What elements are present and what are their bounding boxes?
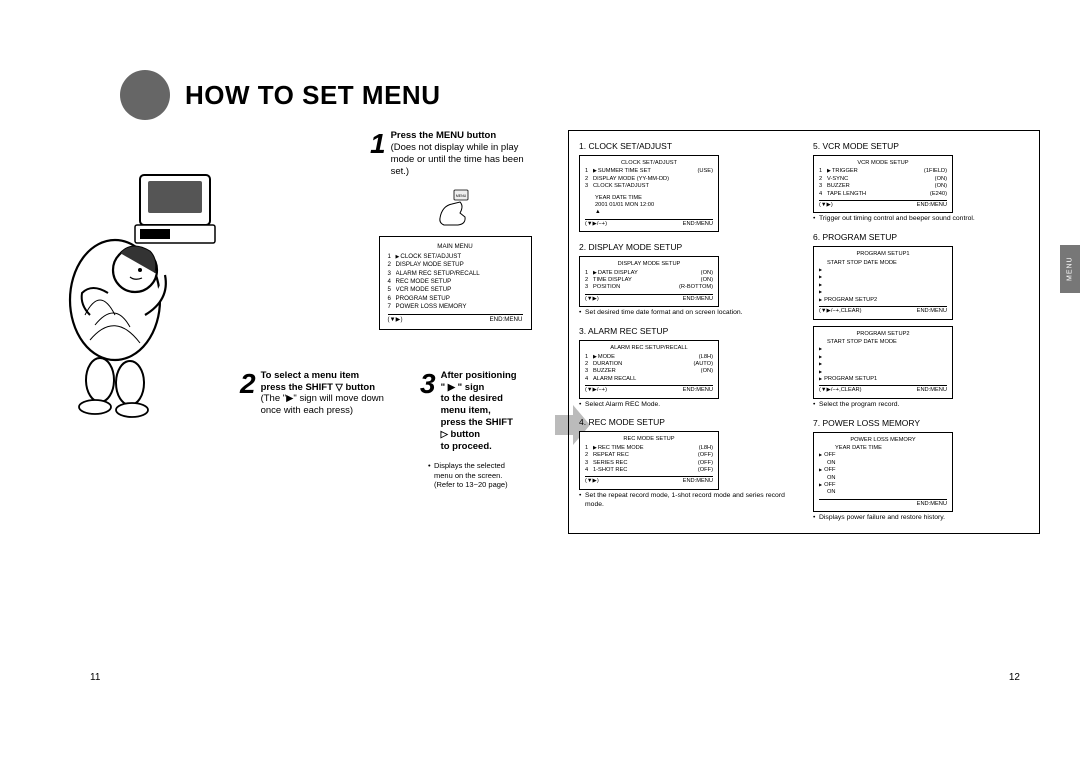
step-2-note: (The "▶" sign will move down once with e…	[261, 393, 384, 416]
page-title-row: HOW TO SET MENU	[120, 70, 1040, 120]
sec-7-osd: POWER LOSS MEMORY YEAR DATE TIME OFF ON …	[813, 432, 953, 513]
page-number-left: 11	[90, 672, 100, 683]
sec-2-note: Set desired time date format and on scre…	[579, 309, 795, 318]
girl-tv-illustration	[60, 165, 220, 425]
step-1: 1 Press the MENU button (Does not displa…	[370, 130, 540, 178]
step-3-number: 3	[420, 370, 436, 453]
side-tab-menu: MENU	[1060, 245, 1080, 293]
main-menu-title: MAIN MENU	[388, 243, 523, 251]
sec-5-note: Trigger out timing control and beeper so…	[813, 215, 1029, 224]
menu-button-graphic: MENU	[430, 188, 480, 228]
sec-6-osd-1: PROGRAM SETUP1 START STOP DATE MODE PROG…	[813, 246, 953, 319]
step-3-bullet: Displays the selected menu on the screen…	[428, 461, 520, 490]
step-2: 2 To select a menu item press the SHIFT …	[240, 370, 395, 418]
sec-2-title: 2. DISPLAY MODE SETUP	[579, 242, 795, 252]
svg-text:MENU: MENU	[456, 194, 467, 198]
sec-1-title: 1. CLOCK SET/ADJUST	[579, 141, 795, 151]
sec-6-note: Select the program record.	[813, 401, 1029, 410]
step-3-heading-a: After positioning " ▶ " sign	[441, 370, 517, 393]
sec-3-title: 3. ALARM REC SETUP	[579, 326, 795, 336]
page-title: HOW TO SET MENU	[185, 80, 440, 111]
sec-4-title: 4. REC MODE SETUP	[579, 417, 795, 427]
step-3-heading-b: to the desired menu item,	[441, 393, 503, 416]
step-2-number: 2	[240, 370, 256, 418]
menu-sections-panel: 1. CLOCK SET/ADJUST CLOCK SET/ADJUST 1SU…	[568, 130, 1040, 534]
sec-4-osd: REC MODE SETUP 1REC TIME MODE(L8H) 2REPE…	[579, 431, 719, 489]
sec-2-osd: DISPLAY MODE SETUP 1DATE DISPLAY(ON) 2TI…	[579, 256, 719, 307]
step-3-heading-c: press the SHIFT ▷ button	[441, 417, 513, 440]
sec-6-osd-2: PROGRAM SETUP2 START STOP DATE MODE PROG…	[813, 326, 953, 399]
sec-1-osd: CLOCK SET/ADJUST 1SUMMER TIME SET(USE) 2…	[579, 155, 719, 232]
step-1-number: 1	[370, 130, 386, 178]
step-2-heading-a: To select a menu item	[261, 370, 360, 381]
sec-7-title: 7. POWER LOSS MEMORY	[813, 418, 1029, 428]
sec-3-osd: ALARM REC SETUP/RECALL 1MODE(L8H) 2DURAT…	[579, 340, 719, 398]
step-3-heading-d: to proceed.	[441, 441, 492, 452]
sec-5-osd: VCR MODE SETUP 1TRIGGER(1FIELD) 2V-SYNC(…	[813, 155, 953, 213]
step-1-heading: Press the MENU button	[391, 130, 497, 141]
main-menu-osd: MAIN MENU 1CLOCK SET/ADJUST 2DISPLAY MOD…	[379, 236, 532, 330]
sec-5-title: 5. VCR MODE SETUP	[813, 141, 1029, 151]
title-dot-icon	[120, 70, 170, 120]
sec-4-note: Set the repeat record mode, 1-shot recor…	[579, 492, 795, 510]
sec-3-note: Select Alarm REC Mode.	[579, 401, 795, 410]
step-3: 3 After positioning " ▶ " sign to the de…	[420, 370, 520, 453]
step-2-heading-b: press the SHIFT ▽ button	[261, 382, 375, 393]
sec-7-note: Displays power failure and restore histo…	[813, 514, 1029, 523]
step-1-note: (Does not display while in play mode or …	[391, 142, 524, 177]
page-number-right: 12	[1009, 672, 1020, 683]
sec-6-title: 6. PROGRAM SETUP	[813, 232, 1029, 242]
